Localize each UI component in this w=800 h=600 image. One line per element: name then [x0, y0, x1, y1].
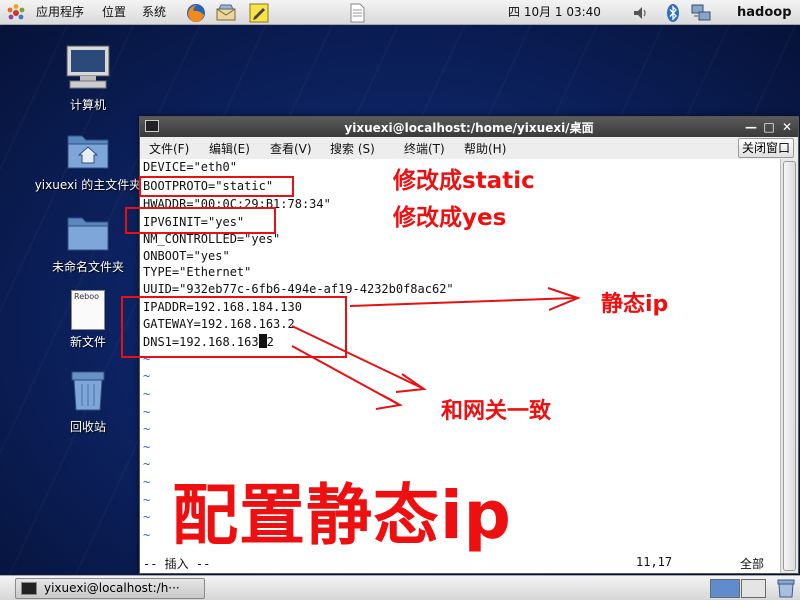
folder-icon: [67, 217, 109, 251]
maximize-button[interactable]: □: [760, 118, 778, 136]
workspace-1[interactable]: [710, 579, 740, 598]
username[interactable]: hadoop: [737, 0, 792, 25]
menu-view[interactable]: 查看(V): [270, 140, 312, 157]
desktop-icon-label: 计算机: [69, 98, 106, 112]
trash-icon: [71, 371, 105, 411]
config-line-uuid: UUID="932eb77c-6fb6-494e-af19-4232b0f8ac…: [143, 282, 454, 296]
bottom-panel: yixuexi@localhost:/h···: [0, 575, 800, 600]
annotation-static: 修改成static: [393, 168, 535, 194]
taskbar-terminal-label: yixuexi@localhost:/h···: [44, 581, 180, 595]
desktop-icon-computer[interactable]: 计算机: [28, 44, 148, 113]
terminal-icon: [21, 582, 37, 595]
firefox-icon[interactable]: [185, 2, 207, 24]
desktop-icon-label: yixuexi 的主文件夹: [34, 178, 142, 192]
volume-icon[interactable]: [630, 2, 652, 24]
menu-file[interactable]: 文件(F): [149, 140, 189, 157]
menu-terminal[interactable]: 终端(T): [404, 140, 445, 157]
empty-line-marker: ~: [143, 387, 151, 401]
terminal-titlebar[interactable]: yixuexi@localhost:/home/yixuexi/桌面 — □ ✕: [140, 117, 798, 137]
menu-applications[interactable]: 应用程序: [36, 0, 84, 25]
annotation-same-as-gateway: 和网关一致: [441, 399, 552, 424]
window-title: yixuexi@localhost:/home/yixuexi/桌面: [344, 121, 594, 135]
desktop-icon-trash[interactable]: 回收站: [28, 370, 148, 435]
desktop-icon-label: 回收站: [69, 420, 106, 434]
vertical-scrollbar[interactable]: [780, 159, 798, 573]
annotation-title: 配置静态ip: [172, 477, 512, 554]
close-button[interactable]: ✕: [778, 118, 796, 136]
empty-line-marker: ~: [143, 422, 151, 436]
file-thumbnail-text: Reboo: [74, 292, 99, 301]
highlight-box-ipv6init: [125, 207, 276, 234]
bluetooth-icon[interactable]: [662, 2, 684, 24]
config-line-device: DEVICE="eth0": [143, 160, 237, 174]
mail-client-icon[interactable]: [215, 2, 237, 24]
clock[interactable]: 四 10月 1 03:40: [508, 0, 601, 25]
menu-search[interactable]: 搜索 (S): [330, 140, 375, 157]
computer-icon: [66, 45, 110, 89]
empty-line-marker: ~: [143, 369, 151, 383]
desktop-icon-label: 未命名文件夹: [51, 260, 124, 274]
highlight-box-bootproto: [139, 176, 294, 197]
annotation-static-ip: 静态ip: [601, 292, 669, 317]
menu-places[interactable]: 位置: [102, 0, 126, 25]
top-panel: 应用程序 位置 系统 四 10月 1 03:40 hadoop: [0, 0, 800, 25]
desktop-icon-home[interactable]: yixuexi 的主文件夹: [28, 130, 148, 193]
cursor-position: 11,17: [636, 555, 673, 569]
empty-line-marker: ~: [143, 510, 151, 524]
close-window-button[interactable]: 关闭窗口: [737, 138, 794, 158]
empty-line-marker: ~: [143, 405, 151, 419]
annotation-yes: 修改成yes: [393, 205, 507, 231]
empty-line-marker: ~: [143, 457, 151, 471]
empty-line-marker: ~: [143, 528, 151, 542]
menu-edit[interactable]: 编辑(E): [209, 140, 250, 157]
network-icon[interactable]: [690, 2, 712, 24]
config-line-type: TYPE="Ethernet": [143, 265, 252, 279]
minimize-button[interactable]: —: [742, 118, 760, 136]
menubar: 文件(F) 编辑(E) 查看(V) 搜索 (S) 终端(T) 帮助(H) 关闭窗…: [140, 137, 798, 159]
highlight-box-static-ip: [121, 296, 347, 358]
empty-line-marker: ~: [143, 475, 151, 489]
document-icon[interactable]: [346, 2, 368, 24]
home-folder-icon: [67, 135, 109, 169]
workspace-2[interactable]: [741, 579, 766, 598]
text-file-icon: Reboo: [71, 290, 105, 330]
menu-system[interactable]: 系统: [142, 0, 166, 25]
empty-line-marker: ~: [143, 493, 151, 507]
scrollbar-thumb[interactable]: [783, 161, 796, 571]
taskbar-terminal-button[interactable]: yixuexi@localhost:/h···: [15, 578, 205, 599]
scroll-indicator: 全部: [740, 557, 765, 571]
menu-help[interactable]: 帮助(H): [464, 140, 506, 157]
empty-line-marker: ~: [143, 440, 151, 454]
config-line-onboot: ONBOOT="yes": [143, 249, 230, 263]
gnome-foot-icon[interactable]: [5, 2, 27, 24]
notes-editor-icon[interactable]: [248, 2, 270, 24]
trash-applet-icon[interactable]: [776, 579, 796, 598]
